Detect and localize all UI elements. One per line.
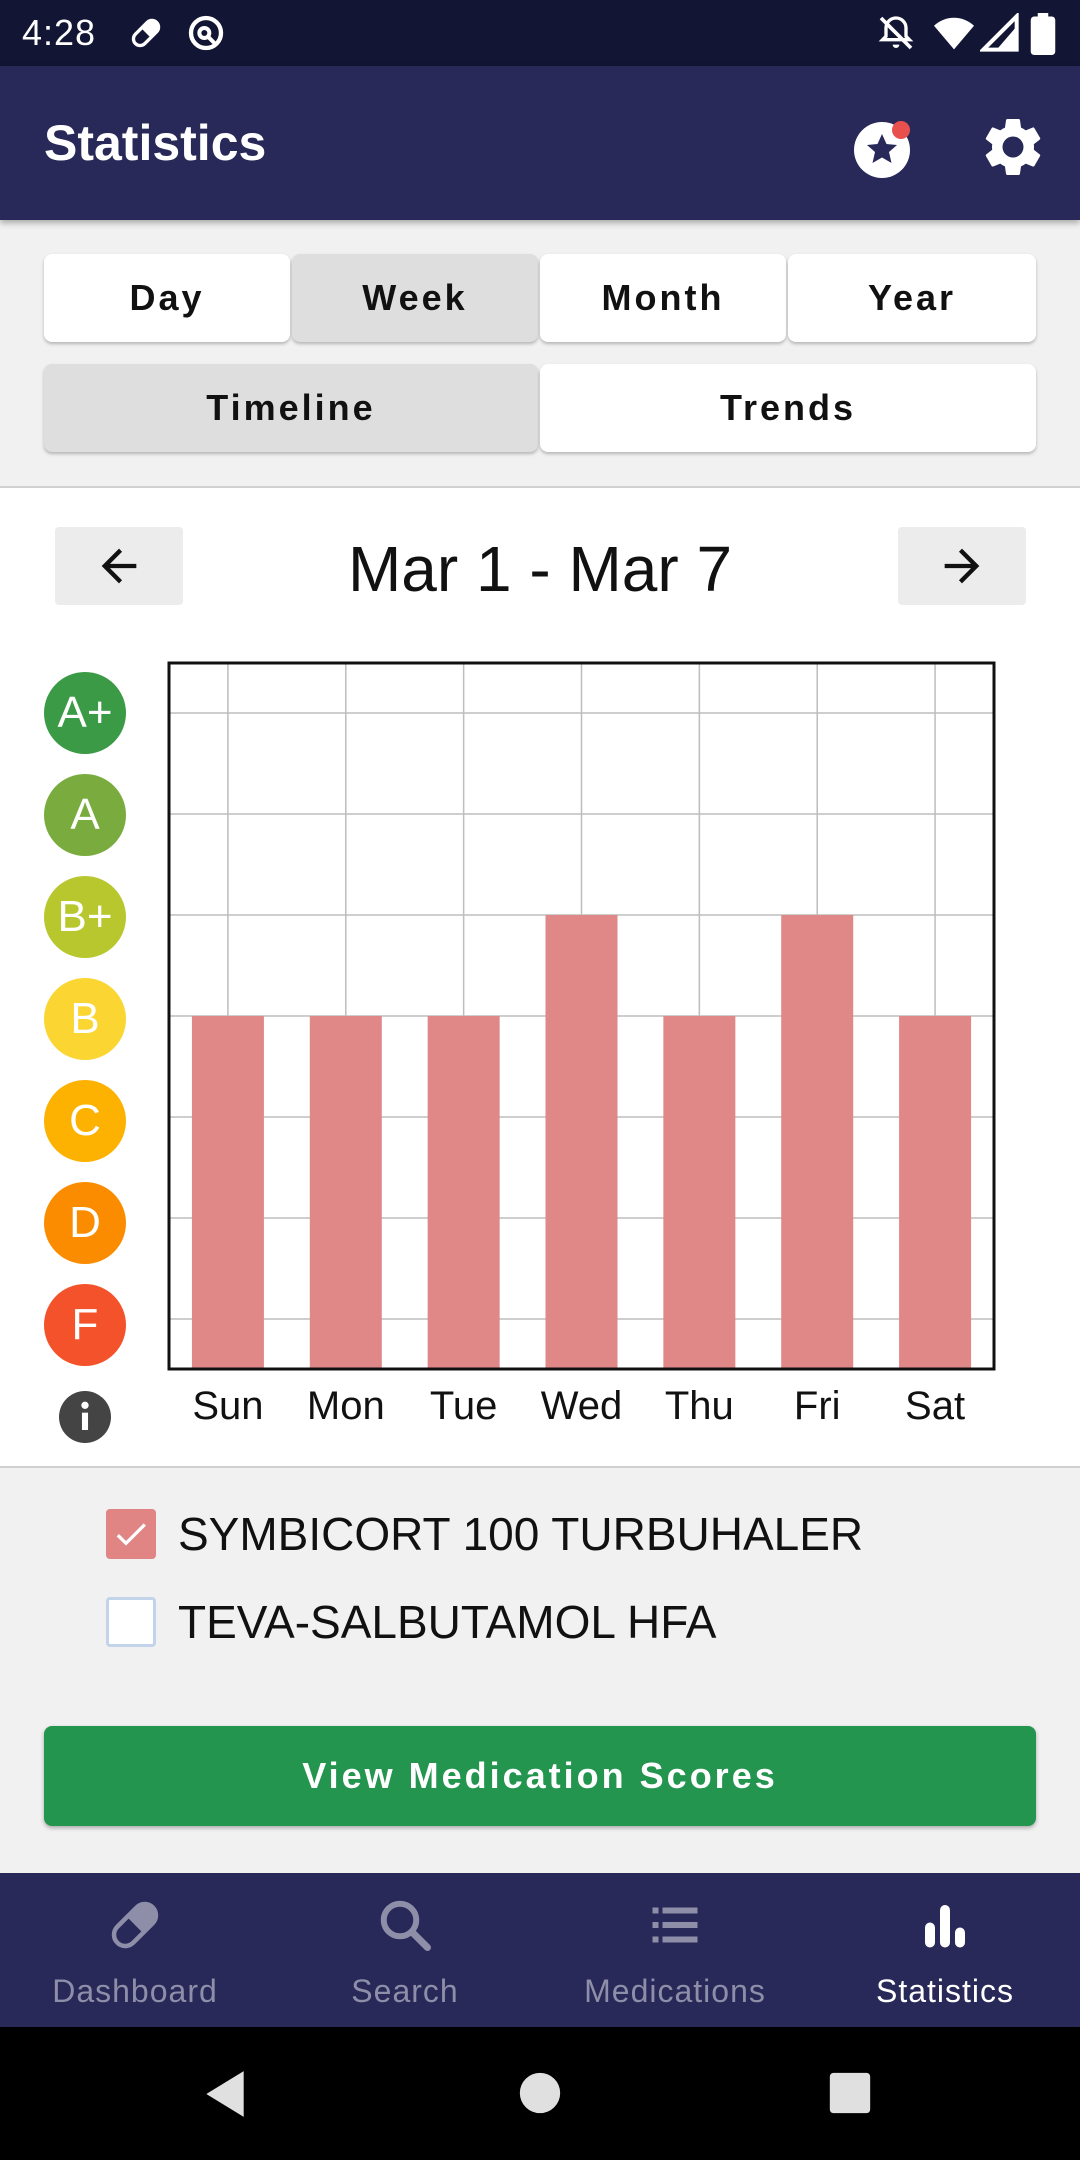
vpn-key-icon — [188, 15, 224, 51]
back-icon[interactable] — [200, 2067, 250, 2121]
chart-card: Mar 1 - Mar 7 A+ A B+ B C D F Sun Mon Tue Wed Thu F… — [0, 486, 1080, 1468]
medication-row[interactable]: SYMBICORT 100 TURBUHALER — [106, 1506, 863, 1562]
x-tick-label: Sun — [192, 1384, 263, 1428]
pill-icon — [131, 18, 161, 48]
medication-checkbox[interactable] — [106, 1597, 156, 1647]
bottom-navigation: Dashboard Search Medications Statistics — [0, 1873, 1080, 2027]
x-tick-label: Sat — [905, 1384, 965, 1428]
page-title: Statistics — [44, 115, 267, 171]
list-icon — [652, 1907, 698, 1943]
x-tick-label: Fri — [794, 1384, 841, 1428]
nav-statistics[interactable]: Statistics — [810, 1873, 1080, 2027]
notifications-off-icon — [878, 16, 914, 50]
tab-day[interactable]: Day — [44, 254, 290, 342]
home-icon[interactable] — [518, 2071, 562, 2115]
system-navigation — [0, 2027, 1080, 2160]
chart-bar — [545, 915, 618, 1369]
signal-icon — [980, 13, 1019, 52]
chart-bar — [781, 915, 854, 1369]
status-bar: 4:28 — [0, 0, 1080, 66]
pill-icon — [111, 1901, 159, 1949]
medication-name: SYMBICORT 100 TURBUHALER — [178, 1508, 864, 1560]
grade-bar-chart: Sun Mon Tue Wed Thu Fri Sat — [167, 661, 996, 1428]
x-tick-label: Tue — [430, 1384, 497, 1428]
tab-trends[interactable]: Trends — [540, 364, 1036, 452]
tab-timeline[interactable]: Timeline — [44, 364, 538, 452]
x-tick-label: Wed — [541, 1384, 623, 1428]
medication-name: TEVA-SALBUTAMOL HFA — [178, 1596, 717, 1648]
nav-search[interactable]: Search — [270, 1873, 540, 2027]
view-medication-scores-button[interactable]: View Medication Scores — [44, 1726, 1036, 1826]
nav-dashboard[interactable]: Dashboard — [0, 1873, 270, 2027]
tab-year[interactable]: Year — [788, 254, 1036, 342]
search-icon — [380, 1900, 431, 1951]
wifi-icon — [934, 17, 974, 50]
gear-icon — [985, 118, 1041, 175]
chart-bar — [427, 1016, 500, 1369]
tab-month[interactable]: Month — [540, 254, 786, 342]
status-time: 4:28 — [22, 12, 97, 53]
notification-dot — [892, 121, 910, 139]
chart-bar — [309, 1016, 382, 1369]
nav-medications[interactable]: Medications — [540, 1873, 810, 2027]
recents-icon[interactable] — [828, 2071, 872, 2115]
rewards-button[interactable] — [848, 112, 918, 182]
app-bar: Statistics — [0, 66, 1080, 220]
settings-button[interactable] — [978, 112, 1048, 182]
chart-bar — [663, 1016, 736, 1369]
medication-checkbox[interactable] — [106, 1509, 156, 1559]
battery-icon — [1030, 13, 1056, 55]
medication-row[interactable]: TEVA-SALBUTAMOL HFA — [106, 1594, 716, 1650]
chart-bar — [191, 1016, 264, 1369]
chart-bar — [899, 1016, 972, 1369]
bar-chart-icon — [925, 1905, 965, 1948]
checkmark-icon — [116, 1523, 146, 1546]
tab-week[interactable]: Week — [292, 254, 538, 342]
rewards-star-icon — [854, 121, 910, 178]
x-tick-label: Mon — [307, 1384, 385, 1428]
x-tick-label: Thu — [665, 1384, 734, 1428]
